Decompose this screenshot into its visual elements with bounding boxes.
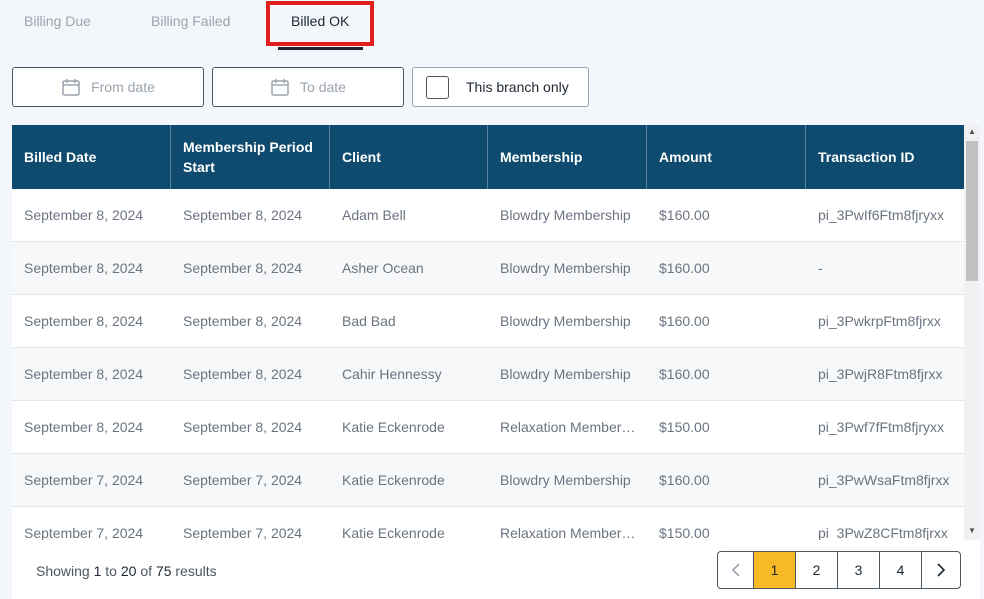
prev-page-button[interactable]	[718, 552, 754, 588]
branch-only-label: This branch only	[466, 79, 569, 95]
period-start-cell: September 8, 2024	[183, 313, 303, 329]
column-header[interactable]: Transaction ID	[806, 125, 964, 189]
chevron-right-icon	[937, 563, 946, 577]
page-1-button[interactable]: 1	[754, 552, 796, 588]
amount-cell: $150.00	[659, 525, 710, 540]
results-summary: Showing 1 to 20 of 75 results	[36, 563, 217, 579]
period-start-cell: September 8, 2024	[183, 260, 303, 276]
period-start-cell: September 8, 2024	[183, 419, 303, 435]
client-cell: Cahir Hennessy	[342, 366, 442, 382]
transaction-id-cell: pi_3Pwf7fFtm8fjryxx	[818, 419, 945, 435]
page-2-button[interactable]: 2	[796, 552, 838, 588]
branch-only-checkbox[interactable]	[426, 75, 449, 99]
billed-date-cell: September 7, 2024	[24, 472, 144, 488]
membership-cell: Relaxation Membership	[500, 419, 647, 435]
client-cell: Katie Eckenrode	[342, 525, 445, 540]
tab-billing-due[interactable]: Billing Due	[24, 13, 91, 29]
of-word: of	[140, 563, 153, 579]
membership-cell: Blowdry Membership	[500, 207, 631, 223]
scrollbar-thumb[interactable]	[966, 141, 978, 281]
page-3-button[interactable]: 3	[838, 552, 880, 588]
amount-cell: $160.00	[659, 260, 710, 276]
tab-billing-failed[interactable]: Billing Failed	[151, 13, 230, 29]
column-header[interactable]: Membership Period Start	[171, 125, 330, 189]
highlight-box	[266, 1, 374, 46]
billed-date-cell: September 8, 2024	[24, 419, 144, 435]
table-body: September 8, 2024 September 8, 2024 Adam…	[12, 189, 964, 540]
client-cell: Katie Eckenrode	[342, 419, 445, 435]
column-header[interactable]: Client	[330, 125, 488, 189]
amount-cell: $160.00	[659, 313, 710, 329]
membership-cell: Blowdry Membership	[500, 260, 631, 276]
table-footer: Showing 1 to 20 of 75 results 1 2 3 4	[12, 540, 980, 599]
column-header[interactable]: Amount	[647, 125, 806, 189]
column-header[interactable]: Membership	[488, 125, 647, 189]
page-4-button[interactable]: 4	[880, 552, 922, 588]
to-word: to	[105, 563, 117, 579]
membership-cell: Relaxation Membership	[500, 525, 647, 540]
billed-date-cell: September 8, 2024	[24, 313, 144, 329]
amount-cell: $150.00	[659, 419, 710, 435]
scroll-down-arrow-icon[interactable]: ▼	[964, 524, 980, 538]
calendar-icon	[62, 79, 80, 96]
table-row[interactable]: September 8, 2024 September 8, 2024 Kati…	[12, 401, 964, 454]
range-start: 1	[93, 563, 102, 579]
calendar-icon	[271, 79, 289, 96]
client-cell: Adam Bell	[342, 207, 406, 223]
showing-prefix: Showing	[36, 563, 90, 579]
period-start-cell: September 8, 2024	[183, 207, 303, 223]
client-cell: Asher Ocean	[342, 260, 424, 276]
table-row[interactable]: September 8, 2024 September 8, 2024 Cahi…	[12, 348, 964, 401]
next-page-button[interactable]	[922, 552, 960, 588]
to-date-placeholder: To date	[300, 79, 346, 95]
amount-cell: $160.00	[659, 472, 710, 488]
transaction-id-cell: pi_3PwZ8CFtm8fjrxx	[818, 525, 948, 540]
table-header: Billed Date Membership Period Start Clie…	[12, 125, 964, 189]
table-row[interactable]: September 7, 2024 September 7, 2024 Kati…	[12, 507, 964, 540]
table-row[interactable]: September 8, 2024 September 8, 2024 Bad …	[12, 295, 964, 348]
membership-cell: Blowdry Membership	[500, 313, 631, 329]
column-header[interactable]: Billed Date	[12, 125, 171, 189]
from-date-field[interactable]: From date	[12, 67, 204, 107]
branch-only-toggle[interactable]: This branch only	[412, 67, 589, 107]
active-tab-indicator	[278, 47, 363, 50]
amount-cell: $160.00	[659, 366, 710, 382]
to-date-field[interactable]: To date	[212, 67, 404, 107]
period-start-cell: September 8, 2024	[183, 366, 303, 382]
membership-cell: Blowdry Membership	[500, 366, 631, 382]
chevron-left-icon	[731, 563, 740, 577]
results-total: 75	[155, 563, 172, 579]
table-scrollbar[interactable]: ▲ ▼	[964, 125, 980, 540]
client-cell: Katie Eckenrode	[342, 472, 445, 488]
billing-table: Billed Date Membership Period Start Clie…	[12, 125, 980, 540]
pagination: 1 2 3 4	[717, 551, 961, 589]
from-date-placeholder: From date	[91, 79, 155, 95]
client-cell: Bad Bad	[342, 313, 396, 329]
transaction-id-cell: pi_3PwjR8Ftm8fjrxx	[818, 366, 943, 382]
period-start-cell: September 7, 2024	[183, 525, 303, 540]
tab-bar: Billing Due Billing Failed Billed OK	[0, 0, 984, 50]
billed-date-cell: September 8, 2024	[24, 207, 144, 223]
table-row[interactable]: September 8, 2024 September 8, 2024 Adam…	[12, 189, 964, 242]
membership-cell: Blowdry Membership	[500, 472, 631, 488]
range-end: 20	[120, 563, 137, 579]
transaction-id-cell: pi_3PwWsaFtm8fjrxx	[818, 472, 950, 488]
amount-cell: $160.00	[659, 207, 710, 223]
billed-date-cell: September 7, 2024	[24, 525, 144, 540]
billed-date-cell: September 8, 2024	[24, 366, 144, 382]
table-row[interactable]: September 7, 2024 September 7, 2024 Kati…	[12, 454, 964, 507]
transaction-id-cell: pi_3PwIf6Ftm8fjryxx	[818, 207, 945, 223]
results-suffix: results	[175, 563, 217, 579]
table-row[interactable]: September 8, 2024 September 8, 2024 Ashe…	[12, 242, 964, 295]
billed-date-cell: September 8, 2024	[24, 260, 144, 276]
scroll-up-arrow-icon[interactable]: ▲	[964, 125, 980, 139]
period-start-cell: September 7, 2024	[183, 472, 303, 488]
transaction-id-cell: -	[818, 260, 823, 276]
transaction-id-cell: pi_3PwkrpFtm8fjrxx	[818, 313, 941, 329]
